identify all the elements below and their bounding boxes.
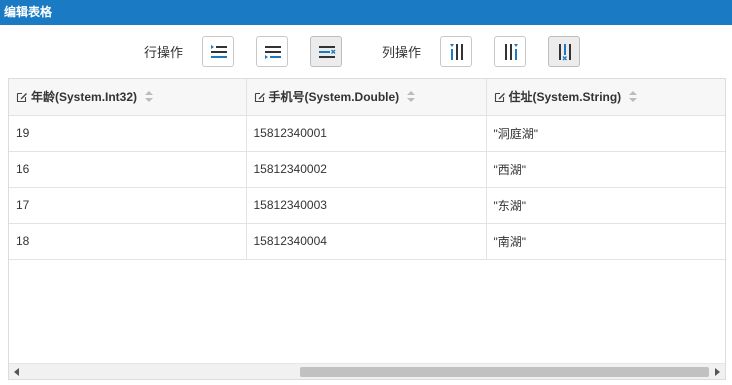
table-cell[interactable]: "东湖" bbox=[486, 187, 725, 224]
insert-column-left-button[interactable] bbox=[440, 36, 472, 67]
sort-icon[interactable] bbox=[629, 91, 638, 102]
column-header-label: 手机号(System.Double) bbox=[268, 90, 400, 104]
table-cell[interactable]: "南湖" bbox=[486, 223, 725, 260]
insert-row-below-button[interactable] bbox=[256, 36, 288, 67]
table-cell[interactable]: 15812340003 bbox=[246, 187, 487, 224]
col-ops-label: 列操作 bbox=[382, 45, 422, 60]
delete-column-icon bbox=[559, 44, 571, 61]
scroll-right-icon[interactable] bbox=[709, 364, 725, 379]
toolbar: 行操作 列操作 bbox=[0, 36, 732, 68]
row-ops-label: 行操作 bbox=[144, 45, 184, 60]
column-header-label: 住址(System.String) bbox=[508, 90, 622, 104]
table-row[interactable]: 18 15812340004 "南湖" bbox=[9, 223, 725, 260]
title-bar: 编辑表格 bbox=[0, 0, 732, 25]
edit-icon bbox=[16, 92, 27, 102]
table-row[interactable]: 17 15812340003 "东湖" bbox=[9, 187, 725, 224]
insert-column-left-icon bbox=[450, 44, 463, 60]
table-cell[interactable]: "洞庭湖" bbox=[486, 115, 725, 152]
data-grid: 年龄(System.Int32) 手机号(System.Double) 住址(S… bbox=[8, 78, 726, 380]
scroll-left-icon[interactable] bbox=[9, 364, 25, 379]
table-cell[interactable]: 17 bbox=[9, 187, 247, 224]
sort-icon[interactable] bbox=[407, 91, 416, 102]
edit-icon bbox=[254, 92, 265, 102]
header-row: 年龄(System.Int32) 手机号(System.Double) 住址(S… bbox=[9, 79, 725, 116]
table-cell[interactable]: 16 bbox=[9, 151, 247, 188]
horizontal-scrollbar[interactable] bbox=[9, 363, 725, 379]
sort-icon[interactable] bbox=[145, 91, 154, 102]
insert-column-right-icon bbox=[505, 44, 518, 60]
table-cell[interactable]: 18 bbox=[9, 223, 247, 260]
insert-row-above-button[interactable] bbox=[202, 36, 234, 67]
table-cell[interactable]: 15812340004 bbox=[246, 223, 487, 260]
column-header-address[interactable]: 住址(System.String) bbox=[486, 79, 725, 116]
insert-row-above-icon bbox=[211, 45, 227, 58]
table-cell[interactable]: 15812340001 bbox=[246, 115, 487, 152]
data-table: 年龄(System.Int32) 手机号(System.Double) 住址(S… bbox=[9, 79, 725, 260]
delete-row-icon bbox=[319, 46, 336, 58]
edit-icon bbox=[494, 92, 505, 102]
table-cell[interactable]: 19 bbox=[9, 115, 247, 152]
table-row[interactable]: 19 15812340001 "洞庭湖" bbox=[9, 115, 725, 152]
insert-column-right-button[interactable] bbox=[494, 36, 526, 67]
scrollbar-thumb[interactable] bbox=[300, 367, 709, 377]
column-header-phone[interactable]: 手机号(System.Double) bbox=[246, 79, 487, 116]
delete-row-button[interactable] bbox=[310, 36, 342, 67]
table-row[interactable]: 16 15812340002 "西湖" bbox=[9, 151, 725, 188]
delete-column-button[interactable] bbox=[548, 36, 580, 67]
column-header-age[interactable]: 年龄(System.Int32) bbox=[9, 79, 247, 116]
window-title: 编辑表格 bbox=[4, 5, 53, 19]
insert-row-below-icon bbox=[265, 46, 281, 59]
table-cell[interactable]: "西湖" bbox=[486, 151, 725, 188]
column-header-label: 年龄(System.Int32) bbox=[31, 90, 138, 104]
table-cell[interactable]: 15812340002 bbox=[246, 151, 487, 188]
